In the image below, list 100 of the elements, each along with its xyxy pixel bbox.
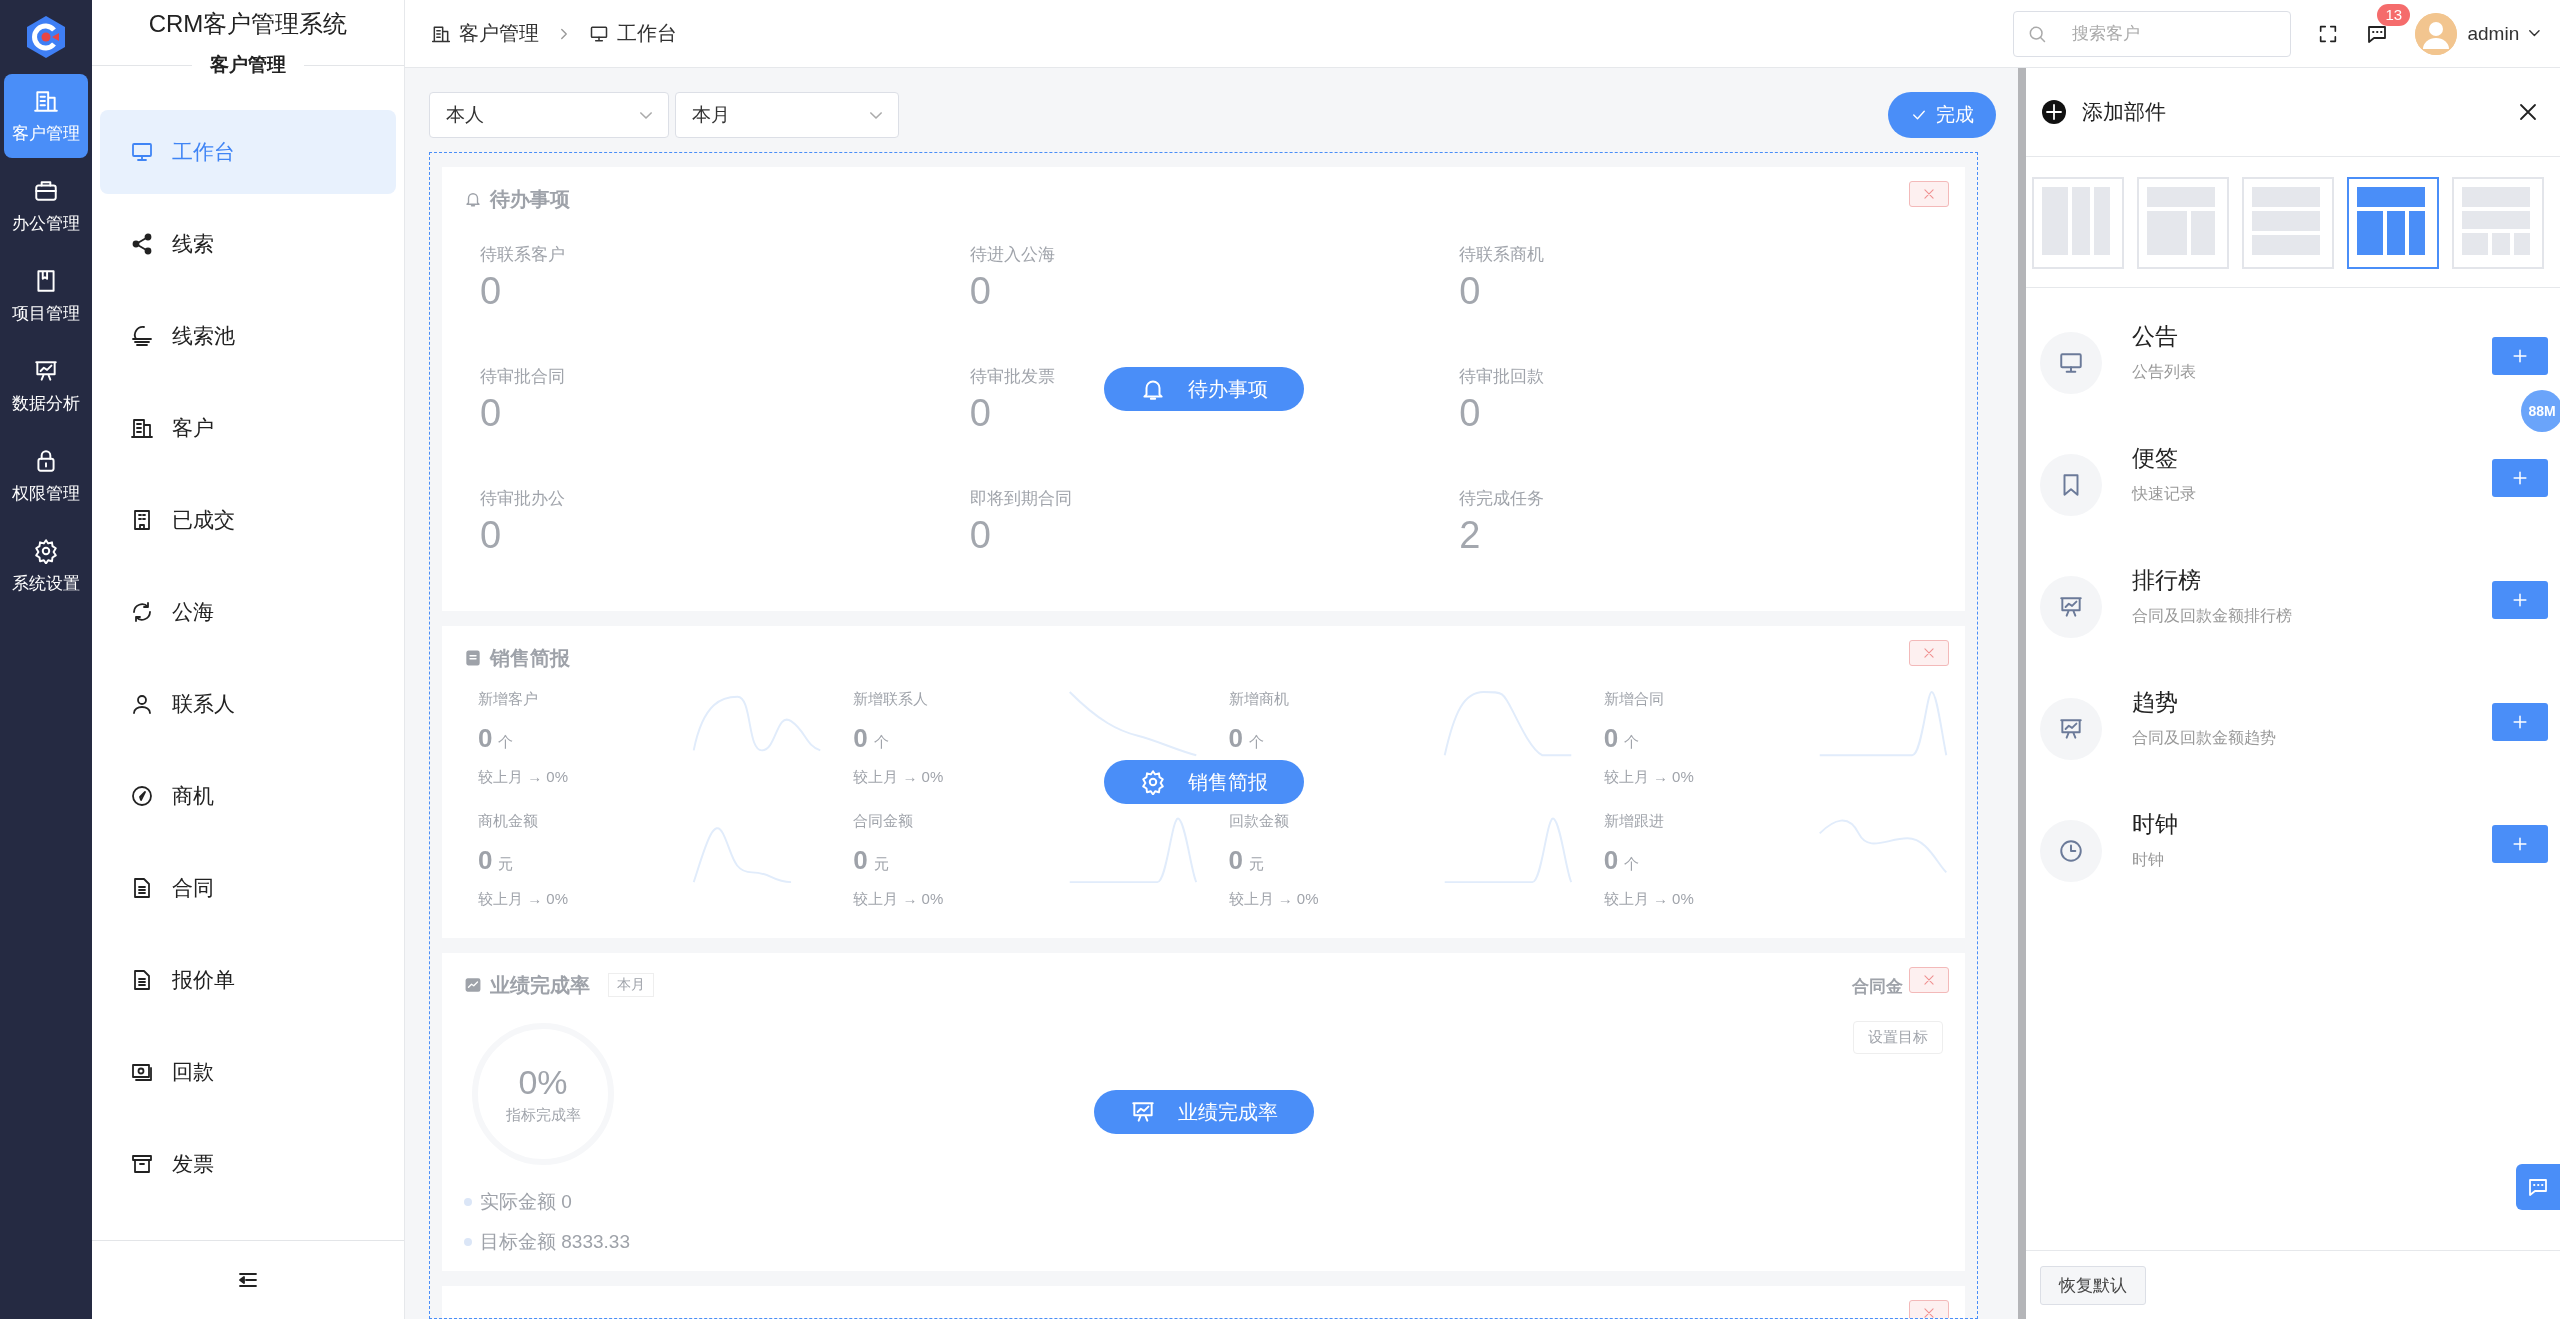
close-icon — [1922, 973, 1936, 987]
settings-icon — [1139, 769, 1166, 795]
stat-value: 2 — [1459, 514, 1482, 557]
stat-value: 0 — [1459, 392, 1482, 435]
breadcrumb-link[interactable]: 客户管理 — [431, 20, 539, 47]
menu-item[interactable]: 已成交 — [100, 478, 396, 562]
card-title: 销售简报 — [490, 645, 570, 671]
rail-item[interactable]: 办公管理 — [4, 164, 88, 248]
message-count-badge: 13 — [2377, 3, 2411, 26]
search-field[interactable]: 搜索客户 — [2013, 10, 2292, 57]
chat-button[interactable] — [2516, 1164, 2560, 1210]
stat-label: 即将到期合同 — [969, 488, 1072, 510]
metric-label: 商机金额 — [478, 812, 539, 831]
widget-name: 便签 — [2132, 444, 2179, 473]
menu-item[interactable]: 公海 — [100, 570, 396, 654]
metric-comparison: 较上月 → 0% — [478, 890, 568, 908]
metric-comparison: 较上月 → 0% — [853, 890, 944, 908]
card-title: 业绩完成率 — [490, 972, 590, 998]
user-icon — [130, 692, 154, 716]
widget-description: 时钟 — [2132, 850, 2165, 870]
menu-item[interactable]: 回款 — [100, 1030, 396, 1114]
metric-type-label: 合同金 — [1852, 976, 1903, 998]
menu-item[interactable]: 发票 — [100, 1122, 396, 1206]
metric-label: 新增联系人 — [853, 690, 930, 709]
clock-icon — [2058, 838, 2084, 864]
stat-label: 待审批发票 — [969, 366, 1055, 388]
menu-item[interactable]: 商机 — [100, 754, 396, 838]
add-widget-button[interactable] — [2492, 581, 2548, 619]
monitor-icon — [130, 140, 154, 164]
widget-name: 时钟 — [2132, 810, 2179, 839]
widget-description: 快速记录 — [2132, 484, 2197, 504]
moon-waves-icon — [130, 324, 154, 348]
compass-icon — [130, 784, 154, 808]
add-widget-button[interactable] — [2492, 825, 2548, 863]
stat-label: 待联系商机 — [1459, 244, 1545, 266]
stat-value: 0 — [969, 270, 992, 313]
remove-widget-button[interactable] — [1909, 640, 1949, 666]
stat-label: 待审批回款 — [1459, 366, 1545, 388]
metric-label: 回款金额 — [1228, 812, 1290, 831]
panel-title: 添加部件 — [2082, 99, 2167, 125]
presentation-board-icon — [1129, 1099, 1156, 1125]
add-widget-button[interactable] — [2492, 459, 2548, 497]
widget-description: 公告列表 — [2132, 362, 2197, 382]
stat-value: 0 — [969, 392, 992, 435]
add-widget-button[interactable] — [2492, 703, 2548, 741]
menu-item[interactable]: 客户 — [100, 386, 396, 470]
menu-item[interactable]: 线索 — [100, 202, 396, 286]
menu-item[interactable]: 报价单 — [100, 938, 396, 1022]
menu-item[interactable]: 线索池 — [100, 294, 396, 378]
widget-name: 公告 — [2132, 322, 2179, 351]
stat-label: 待联系客户 — [480, 244, 565, 266]
rail-item[interactable]: 权限管理 — [4, 434, 88, 518]
metric-label: 新增合同 — [1603, 690, 1665, 709]
caret-icon — [2529, 30, 2540, 37]
rail-item[interactable]: 项目管理 — [4, 254, 88, 338]
add-widget-button[interactable] — [2492, 337, 2548, 375]
logo-icon — [24, 14, 68, 60]
remove-widget-button[interactable] — [1909, 181, 1949, 207]
building-icon — [130, 416, 154, 440]
stat-label: 待审批合同 — [480, 366, 565, 388]
stat-value: 0 — [480, 514, 503, 557]
breadcrumb-link[interactable]: 工作台 — [589, 20, 677, 47]
metric-value: 0 个 — [1228, 723, 1265, 754]
metric-value: 0 个 — [853, 723, 890, 754]
stat-value: 0 — [480, 392, 503, 435]
stat-value: 0 — [480, 270, 503, 313]
app-title: CRM客户管理系统 — [148, 9, 348, 39]
user-menu[interactable]: admin — [2415, 12, 2540, 55]
restore-default-button[interactable]: 恢复默认 — [2040, 1265, 2146, 1305]
metric-label: 新增跟进 — [1603, 812, 1665, 831]
metric-comparison: 较上月 → 0% — [478, 768, 568, 786]
metric-comparison: 较上月 → 0% — [1603, 768, 1694, 786]
metric-comparison: 较上月 → 0% — [853, 768, 944, 786]
presentation-board-icon — [2058, 594, 2084, 620]
metric-value: 0 个 — [1603, 723, 1641, 754]
metric-label: 新增商机 — [1228, 690, 1289, 709]
caret-icon — [870, 111, 882, 119]
metric-value: 0 个 — [1603, 845, 1641, 876]
completion-ring: 0% 指标完成率 — [472, 1023, 614, 1165]
close-icon — [1922, 646, 1936, 660]
rail-item[interactable]: 系统设置 — [4, 524, 88, 608]
menu-item[interactable]: 合同 — [100, 846, 396, 930]
filter-select[interactable]: 本人 — [429, 92, 669, 138]
close-icon — [1922, 1306, 1936, 1318]
widget-name: 排行榜 — [2132, 566, 2202, 595]
widget-name: 趋势 — [2132, 688, 2179, 717]
settings-icon — [33, 537, 59, 564]
monitor-icon — [2058, 350, 2084, 376]
legend-item: 目标金额 8333.33 — [464, 1229, 1949, 1255]
rail-item[interactable]: 数据分析 — [4, 344, 88, 428]
remove-widget-button[interactable] — [1909, 967, 1949, 993]
menu-item[interactable]: 联系人 — [100, 662, 396, 746]
metric-value: 0 元 — [478, 845, 515, 876]
stat-label: 待进入公海 — [969, 244, 1055, 266]
chart-icon — [464, 976, 482, 994]
filter-select[interactable]: 本月 — [675, 92, 899, 138]
metric-label: 合同金额 — [853, 812, 915, 831]
layout-option[interactable] — [2347, 177, 2439, 269]
section-title: 客户管理 — [210, 53, 286, 77]
metric-value: 0 个 — [478, 723, 515, 754]
